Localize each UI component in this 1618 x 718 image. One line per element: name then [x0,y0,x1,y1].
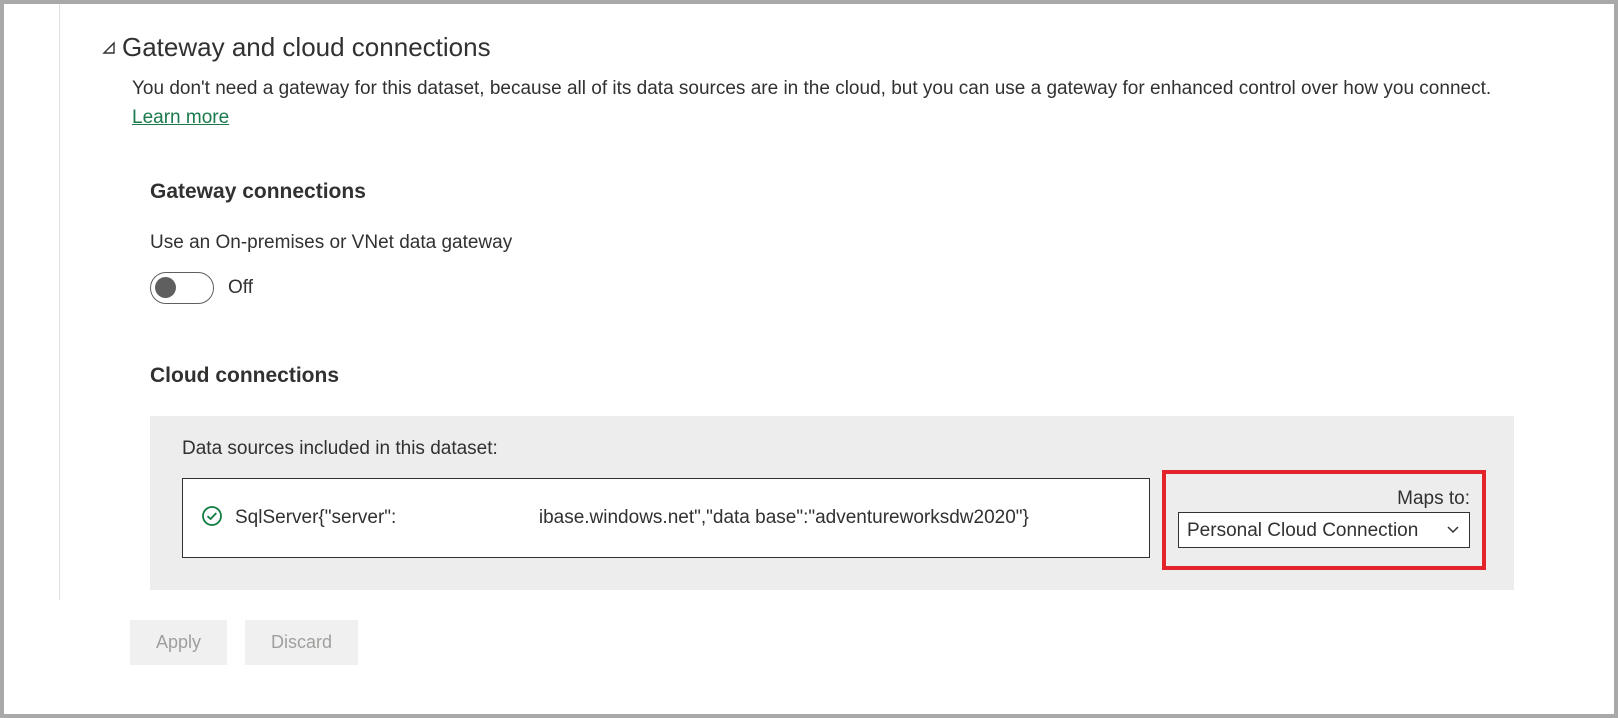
section-description: You don't need a gateway for this datase… [132,75,1512,132]
vertical-divider [59,4,60,600]
section-header[interactable]: Gateway and cloud connections [102,32,1514,63]
cloud-connections-subsection: Cloud connections Data sources included … [150,364,1514,590]
gateway-connections-heading: Gateway connections [150,180,1514,204]
apply-button[interactable]: Apply [130,620,227,665]
gateway-toggle-state: Off [228,277,253,299]
maps-to-label: Maps to: [1397,488,1470,510]
settings-content: Gateway and cloud connections You don't … [4,4,1614,665]
gateway-connections-subsection: Gateway connections Use an On-premises o… [150,180,1514,590]
datasource-item[interactable]: SqlServer{"server": ibase.windows.net","… [182,478,1150,558]
collapse-triangle-icon[interactable] [102,41,116,55]
check-circle-icon [201,505,223,532]
gateway-toggle-label: Use an On-premises or VNet data gateway [150,232,1514,254]
cloud-box-label: Data sources included in this dataset: [182,438,1482,460]
section-description-text: You don't need a gateway for this datase… [132,78,1491,99]
datasource-row: SqlServer{"server": ibase.windows.net","… [182,478,1482,558]
learn-more-link[interactable]: Learn more [132,107,229,128]
maps-to-container: Maps to: Personal Cloud Connection [1166,478,1482,558]
section-title: Gateway and cloud connections [122,32,491,63]
toggle-knob-icon [155,277,176,298]
action-button-row: Apply Discard [130,620,1514,665]
gateway-toggle[interactable] [150,272,214,304]
discard-button[interactable]: Discard [245,620,358,665]
cloud-datasources-panel: Data sources included in this dataset: S… [150,416,1514,590]
maps-to-select[interactable]: Personal Cloud Connection [1178,512,1470,548]
gateway-toggle-row: Off [150,272,1514,304]
cloud-connections-heading: Cloud connections [150,364,1514,388]
datasource-text: SqlServer{"server": ibase.windows.net","… [235,504,1029,532]
